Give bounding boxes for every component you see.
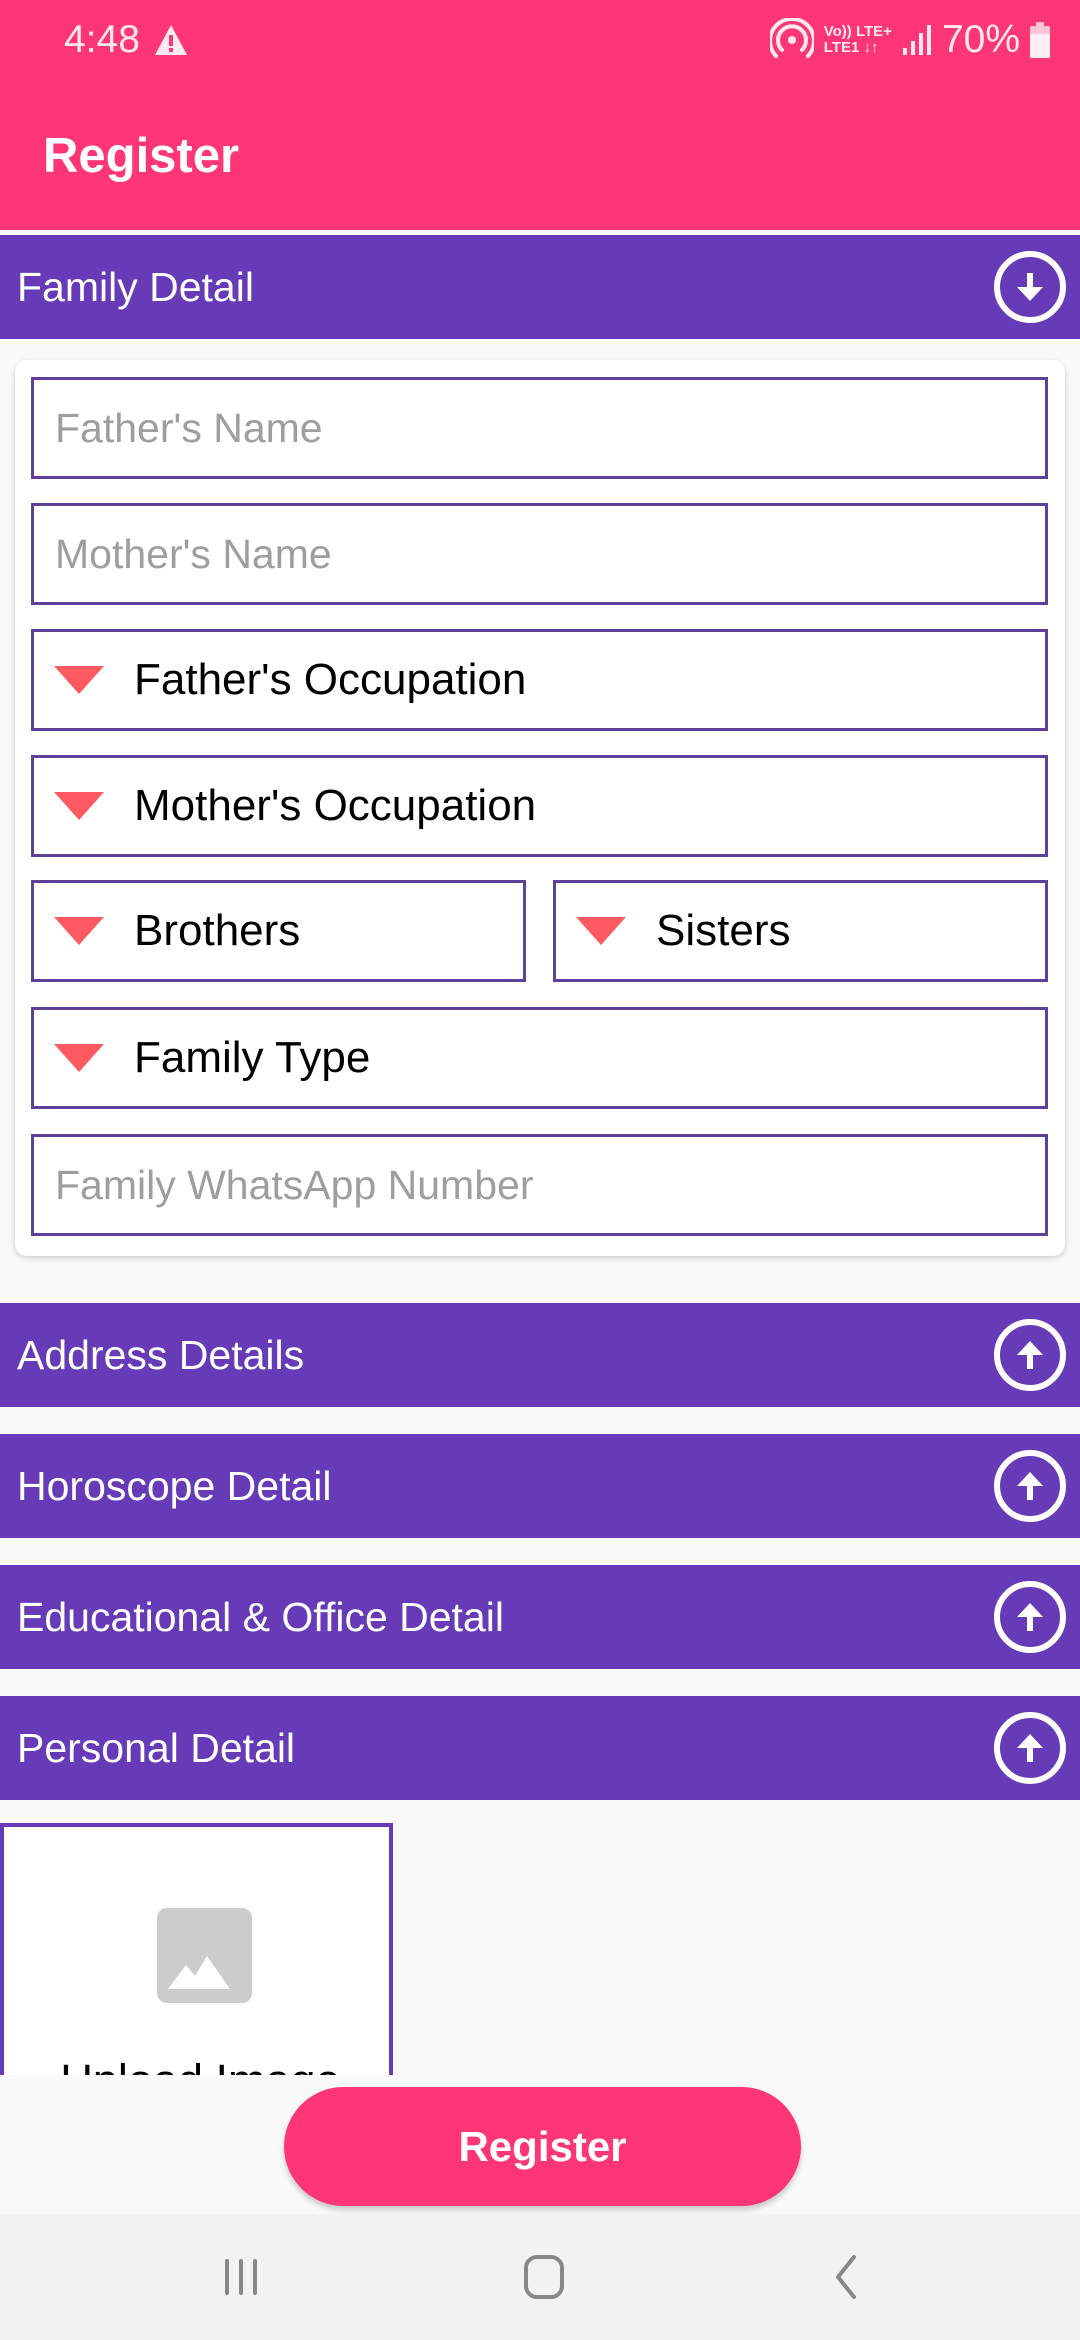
warning-icon — [155, 25, 187, 55]
section-title: Educational & Office Detail — [17, 1593, 504, 1640]
nav-recents-button[interactable] — [181, 2214, 301, 2340]
dropdown-label: Father's Occupation — [134, 655, 527, 704]
fathers-name-field[interactable] — [31, 377, 1048, 479]
sisters-dropdown[interactable]: Sisters — [553, 880, 1048, 982]
fathers-name-input[interactable] — [34, 380, 1045, 476]
system-nav-bar — [0, 2214, 1080, 2340]
section-header-educational-office[interactable]: Educational & Office Detail — [0, 1565, 1080, 1669]
dropdown-label: Brothers — [134, 906, 301, 955]
dropdown-label: Sisters — [656, 906, 791, 955]
arrow-up-circle-icon[interactable] — [994, 1712, 1066, 1784]
brothers-dropdown[interactable]: Brothers — [31, 880, 526, 982]
upload-image-box[interactable]: Upload Image — [0, 1823, 393, 2075]
arrow-up-circle-icon[interactable] — [994, 1450, 1066, 1522]
arrow-up-circle-icon[interactable] — [994, 1319, 1066, 1391]
dropdown-arrow-icon — [54, 792, 104, 820]
network-bottom: LTE1 — [823, 39, 860, 56]
dropdown-arrow-icon — [54, 917, 104, 945]
upload-image-label: Upload Image — [4, 2055, 397, 2075]
arrow-up-circle-icon[interactable] — [994, 1581, 1066, 1653]
nav-home-button[interactable] — [484, 2214, 604, 2340]
arrow-down-circle-icon[interactable] — [994, 251, 1066, 323]
home-icon — [524, 2255, 564, 2299]
nav-back-button[interactable] — [786, 2214, 906, 2340]
section-header-personal[interactable]: Personal Detail — [0, 1696, 1080, 1800]
battery-percentage: 70% — [941, 18, 1020, 61]
dropdown-arrow-icon — [576, 917, 626, 945]
register-button[interactable]: Register — [284, 2087, 801, 2206]
status-icons: Vo)) LTE+ LTE1 ↓↑ 70% — [769, 14, 1050, 66]
section-title: Family Detail — [17, 263, 254, 310]
image-placeholder-icon — [157, 1908, 252, 2003]
status-time: 4:48 — [64, 18, 140, 61]
family-type-dropdown[interactable]: Family Type — [31, 1007, 1048, 1109]
network-indicator: Vo)) LTE+ LTE1 ↓↑ — [824, 24, 892, 56]
battery-icon — [1030, 22, 1050, 58]
dropdown-label: Family Type — [134, 1033, 371, 1082]
section-title: Address Details — [17, 1331, 305, 1378]
data-arrows-icon: ↓↑ — [863, 39, 879, 56]
family-whatsapp-field[interactable] — [31, 1134, 1048, 1236]
back-icon — [836, 2255, 856, 2299]
section-title: Personal Detail — [17, 1724, 296, 1771]
section-title: Horoscope Detail — [17, 1462, 332, 1509]
recents-icon — [225, 2259, 257, 2295]
dropdown-label: Mother's Occupation — [134, 781, 537, 830]
family-detail-card: Father's Occupation Mother's Occupation … — [15, 360, 1065, 1256]
app-bar: 4:48 Vo)) LTE+ LTE1 ↓↑ 70% Register — [0, 0, 1080, 230]
signal-icon — [902, 25, 931, 55]
mothers-name-input[interactable] — [34, 506, 1045, 602]
page-title: Register — [43, 129, 240, 183]
upload-area: Upload Image — [0, 1823, 1080, 2075]
section-header-horoscope[interactable]: Horoscope Detail — [0, 1434, 1080, 1538]
fathers-occupation-dropdown[interactable]: Father's Occupation — [31, 629, 1048, 731]
section-header-address[interactable]: Address Details — [0, 1303, 1080, 1407]
dropdown-arrow-icon — [54, 1044, 104, 1072]
mothers-occupation-dropdown[interactable]: Mother's Occupation — [31, 755, 1048, 857]
family-whatsapp-input[interactable] — [34, 1137, 1045, 1233]
hotspot-icon — [769, 18, 814, 58]
section-header-family-detail[interactable]: Family Detail — [0, 235, 1080, 339]
network-top: Vo)) LTE+ — [823, 23, 892, 40]
dropdown-arrow-icon — [54, 666, 104, 694]
mothers-name-field[interactable] — [31, 503, 1048, 605]
